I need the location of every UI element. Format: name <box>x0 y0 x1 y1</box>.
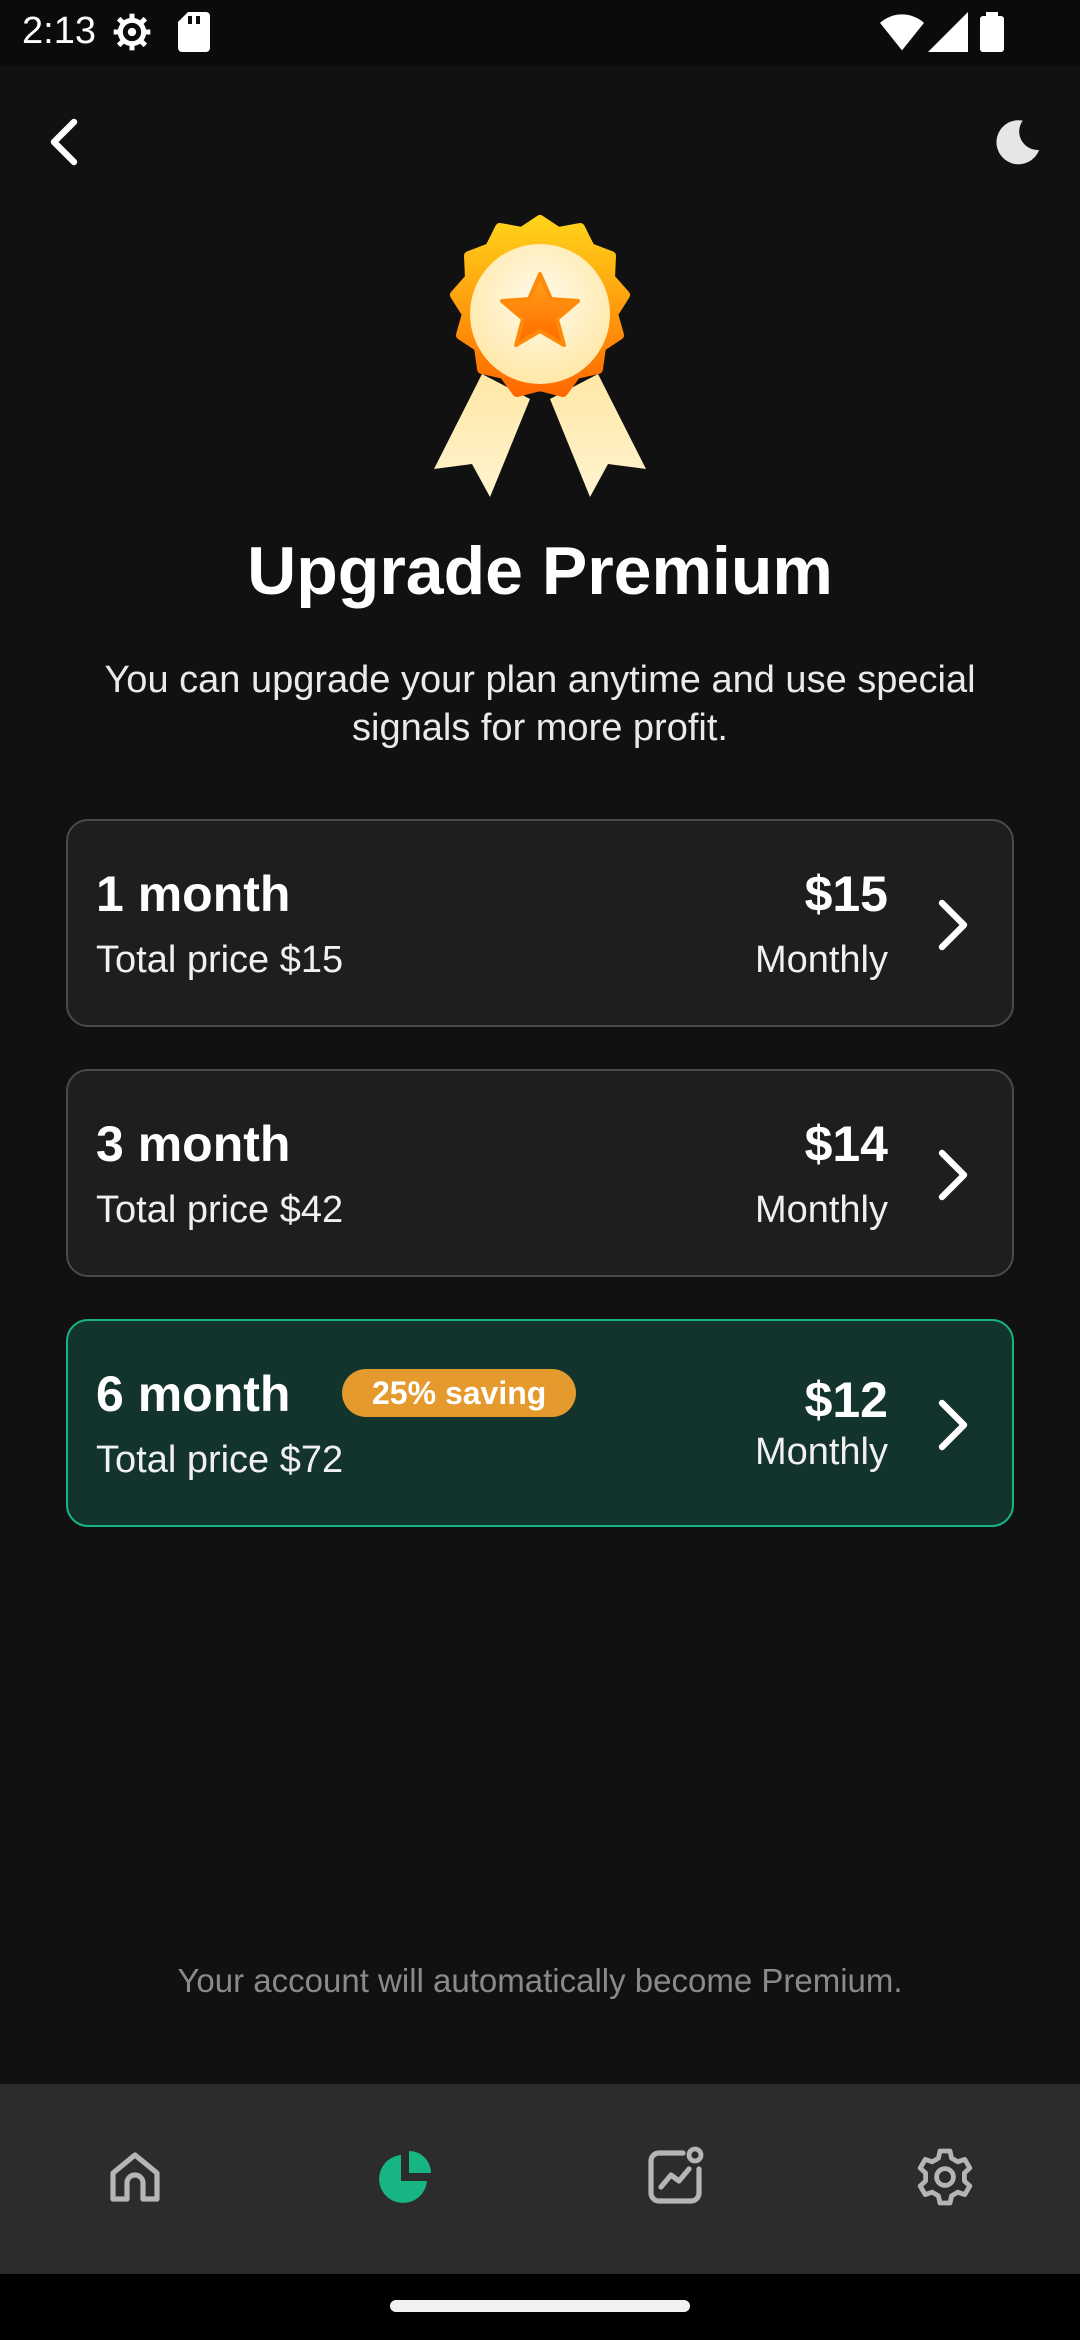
plan-total-price: Total price $42 <box>96 1189 344 1231</box>
nav-home[interactable] <box>95 2139 175 2219</box>
nav-signals[interactable] <box>635 2139 715 2219</box>
wifi-icon <box>880 12 924 57</box>
plan-monthly-price: $14 <box>804 1116 888 1172</box>
plan-period: Monthly <box>754 1189 888 1231</box>
chevron-right-icon <box>926 1133 978 1217</box>
plan-period: Monthly <box>754 939 888 981</box>
plan-monthly-price: $12 <box>804 1372 888 1428</box>
chevron-right-icon <box>926 883 978 967</box>
nav-plans[interactable] <box>365 2139 445 2219</box>
status-bar: 2:13 <box>0 0 1080 66</box>
plan-name: 3 month <box>96 1116 291 1172</box>
footer-note: Your account will automatically become P… <box>177 1962 903 1999</box>
chart-notification-icon <box>643 2145 707 2214</box>
medal-star-icon <box>420 214 660 504</box>
plan-name: 6 month <box>96 1366 291 1422</box>
plan-card-6-month[interactable]: 6 month 25% saving Total price $72 $12 M… <box>66 1319 1014 1527</box>
settings-icon <box>913 2145 977 2214</box>
sd-card-icon <box>178 12 210 57</box>
page-subtitle: You can upgrade your plan anytime and us… <box>104 659 976 749</box>
moon-icon <box>989 115 1043 174</box>
plan-card-3-month[interactable]: 3 month Total price $42 $14 Monthly <box>66 1069 1014 1277</box>
plan-period: Monthly <box>754 1431 888 1473</box>
chevron-right-icon <box>926 1383 978 1467</box>
page-title: Upgrade Premium <box>247 533 833 609</box>
plan-name: 1 month <box>96 866 291 922</box>
back-button[interactable] <box>30 104 98 184</box>
plan-monthly-price: $15 <box>804 866 888 922</box>
settings-gear-icon <box>112 12 152 57</box>
theme-toggle-button[interactable] <box>976 104 1056 184</box>
bottom-navigation <box>0 2084 1080 2274</box>
chevron-left-icon <box>46 116 82 173</box>
nav-settings[interactable] <box>905 2139 985 2219</box>
plan-card-1-month[interactable]: 1 month Total price $15 $15 Monthly <box>66 819 1014 1027</box>
signal-icon <box>928 12 968 57</box>
saving-badge: 25% saving <box>342 1369 577 1417</box>
pie-chart-icon <box>373 2145 437 2214</box>
status-time: 2:13 <box>22 10 96 52</box>
home-icon <box>103 2145 167 2214</box>
plan-total-price: Total price $72 <box>96 1439 344 1481</box>
home-gesture-bar[interactable] <box>390 2300 690 2312</box>
plan-total-price: Total price $15 <box>96 939 344 981</box>
battery-icon <box>980 12 1004 57</box>
